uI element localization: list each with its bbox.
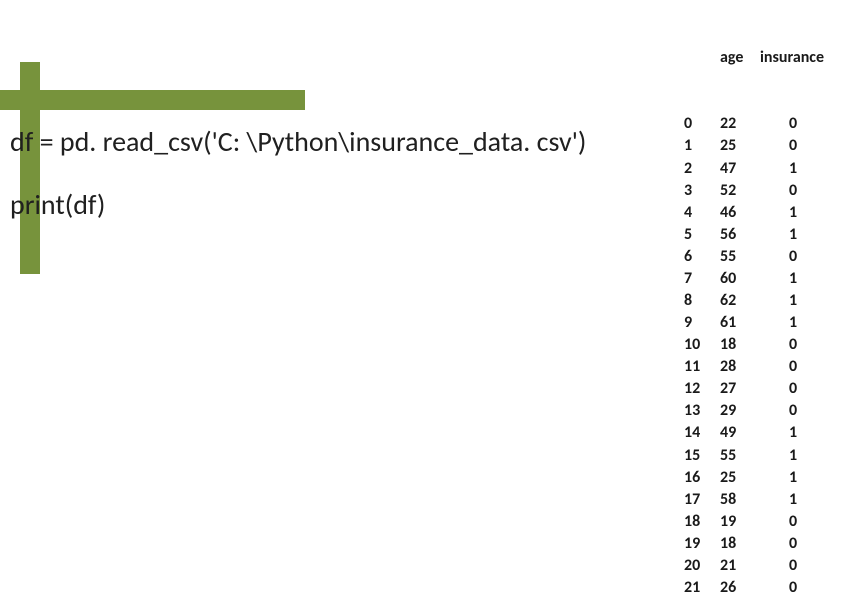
cell-index: 6	[684, 246, 720, 268]
cell-age: 56	[720, 224, 758, 246]
cell-index: 5	[684, 224, 720, 246]
cell-index: 12	[684, 378, 720, 400]
cell-index: 1	[684, 135, 720, 157]
cell-age: 29	[720, 400, 758, 422]
cell-index: 13	[684, 400, 720, 422]
header-age: age	[720, 47, 758, 69]
cell-insurance: 1	[758, 268, 828, 290]
cell-insurance: 0	[758, 511, 828, 533]
cell-age: 58	[720, 489, 758, 511]
header-index	[684, 47, 720, 69]
cell-insurance: 0	[758, 246, 828, 268]
code-line-1: df = pd. read_csv('C: \Python\insurance_…	[10, 120, 586, 165]
table-row: 18190	[684, 511, 830, 533]
cell-index: 8	[684, 290, 720, 312]
code-line-2: print(df)	[10, 183, 586, 228]
table-row: 1250	[684, 135, 830, 157]
cell-age: 62	[720, 290, 758, 312]
cell-index: 4	[684, 202, 720, 224]
table-row: 14491	[684, 422, 830, 444]
cell-age: 22	[720, 113, 758, 135]
cell-age: 27	[720, 378, 758, 400]
cell-age: 49	[720, 422, 758, 444]
cell-insurance: 1	[758, 489, 828, 511]
cell-age: 28	[720, 356, 758, 378]
cell-index: 10	[684, 334, 720, 356]
cell-age: 25	[720, 467, 758, 489]
table-row: 17581	[684, 489, 830, 511]
cell-insurance: 1	[758, 224, 828, 246]
cell-insurance: 0	[758, 334, 828, 356]
cell-index: 14	[684, 422, 720, 444]
cell-insurance: 0	[758, 113, 828, 135]
table-row: 5561	[684, 224, 830, 246]
cell-age: 61	[720, 312, 758, 334]
table-row: 11280	[684, 356, 830, 378]
cell-index: 3	[684, 180, 720, 202]
table-row: 8621	[684, 290, 830, 312]
cell-age: 55	[720, 445, 758, 467]
table-row: 19180	[684, 533, 830, 555]
cell-age: 46	[720, 202, 758, 224]
table-row: 21260	[684, 577, 830, 596]
table-row: 9611	[684, 312, 830, 334]
table-row: 6550	[684, 246, 830, 268]
cell-insurance: 1	[758, 422, 828, 444]
cell-age: 52	[720, 180, 758, 202]
dataframe-output: age insurance 02201250247135204461556165…	[684, 3, 830, 596]
cell-insurance: 1	[758, 290, 828, 312]
code-block: df = pd. read_csv('C: \Python\insurance_…	[10, 120, 586, 228]
cell-insurance: 0	[758, 378, 828, 400]
cell-insurance: 0	[758, 135, 828, 157]
cell-index: 15	[684, 445, 720, 467]
cell-age: 47	[720, 158, 758, 180]
cell-age: 18	[720, 334, 758, 356]
cell-index: 18	[684, 511, 720, 533]
cell-index: 9	[684, 312, 720, 334]
table-row: 0220	[684, 113, 830, 135]
cell-insurance: 0	[758, 180, 828, 202]
table-row: 7601	[684, 268, 830, 290]
cell-index: 0	[684, 113, 720, 135]
cell-index: 7	[684, 268, 720, 290]
cell-insurance: 1	[758, 445, 828, 467]
header-insurance: insurance	[758, 47, 830, 69]
table-row: 12270	[684, 378, 830, 400]
table-row: 10180	[684, 334, 830, 356]
cell-insurance: 1	[758, 312, 828, 334]
cell-insurance: 0	[758, 533, 828, 555]
cell-insurance: 0	[758, 577, 828, 596]
table-row: 15551	[684, 445, 830, 467]
cell-insurance: 0	[758, 555, 828, 577]
cell-index: 17	[684, 489, 720, 511]
cell-age: 26	[720, 577, 758, 596]
cell-insurance: 1	[758, 158, 828, 180]
cell-index: 19	[684, 533, 720, 555]
cell-insurance: 0	[758, 400, 828, 422]
cell-insurance: 1	[758, 467, 828, 489]
cell-index: 2	[684, 158, 720, 180]
cell-age: 25	[720, 135, 758, 157]
cell-insurance: 1	[758, 202, 828, 224]
table-row: 20210	[684, 555, 830, 577]
cell-age: 55	[720, 246, 758, 268]
table-row: 16251	[684, 467, 830, 489]
decoration-horizontal-bar	[0, 90, 305, 110]
cell-insurance: 0	[758, 356, 828, 378]
table-row: 4461	[684, 202, 830, 224]
table-row: 13290	[684, 400, 830, 422]
cell-index: 20	[684, 555, 720, 577]
cell-index: 21	[684, 577, 720, 596]
table-row: 2471	[684, 158, 830, 180]
cell-index: 16	[684, 467, 720, 489]
table-row: 3520	[684, 180, 830, 202]
cell-index: 11	[684, 356, 720, 378]
cell-age: 18	[720, 533, 758, 555]
table-header: age insurance	[684, 47, 830, 69]
cell-age: 21	[720, 555, 758, 577]
cell-age: 19	[720, 511, 758, 533]
cell-age: 60	[720, 268, 758, 290]
